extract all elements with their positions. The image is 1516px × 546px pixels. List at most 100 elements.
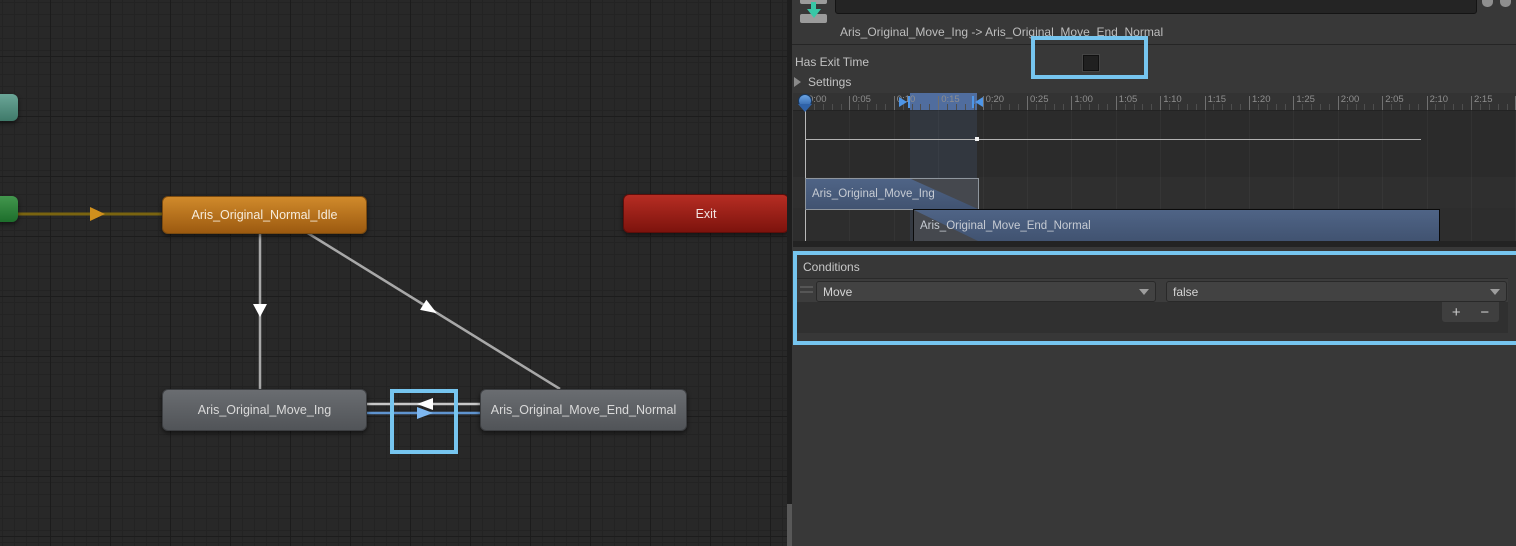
playhead-line [805,110,806,241]
tick-minor-mark [1231,104,1232,110]
tick-mark [1205,96,1206,110]
tick-minor-mark [876,104,877,110]
tick-minor-mark [1045,104,1046,110]
condition-row[interactable]: Move false [797,279,1508,302]
tick-minor-mark [1373,104,1374,110]
blend-curve-line [805,139,1421,140]
transition-icon [800,0,827,23]
condition-value: false [1167,285,1198,299]
clip-bar-move-ing-label: Aris_Original_Move_Ing [806,188,935,200]
transition-start-marker[interactable] [899,96,911,108]
edge-entry-arrow-icon [90,207,105,221]
node-exit[interactable]: Exit [623,194,789,233]
node-normal-idle[interactable]: Aris_Original_Normal_Idle [162,196,367,234]
node-move-end-normal[interactable]: Aris_Original_Move_End_Normal [480,389,687,431]
edge-idle-moveend-arrow-icon [420,300,440,319]
timeline[interactable]: 0:000:050:100:150:200:251:001:051:101:15… [793,93,1516,247]
has-exit-time-label: Has Exit Time [795,55,869,69]
tick-mark [1116,96,1117,110]
blend-curve-handle[interactable] [975,137,979,141]
conditions-footer: + − [797,302,1508,333]
tick-mark [1382,96,1383,110]
tick-mark [894,96,895,110]
conditions-section: Conditions Move false + − [793,251,1516,345]
tick-mark [1160,96,1161,110]
tick-minor-mark [1285,104,1286,110]
tick-minor-mark [1000,104,1001,110]
tick-minor-mark [1498,104,1499,110]
tick-minor-mark [1018,104,1019,110]
edge-idle-moveing-arrow-icon [253,304,267,317]
tick-minor-mark [1364,104,1365,110]
tick-minor-mark [867,104,868,110]
tick-minor-mark [1400,104,1401,110]
tick-minor-mark [1098,104,1099,110]
timeline-gridline [1471,110,1472,243]
tick-minor-mark [1054,104,1055,110]
tick-mark [1427,96,1428,110]
tick-minor-mark [956,104,957,110]
tick-minor-mark [920,104,921,110]
tick-mark [1471,96,1472,110]
highlight-box-checkbox [1031,36,1148,79]
transition-edges [0,0,788,546]
tick-minor-mark [823,104,824,110]
tick-minor-mark [1009,104,1010,110]
tick-minor-mark [1418,104,1419,110]
tick-minor-mark [1142,104,1143,110]
state-machine-canvas[interactable]: Aris_Original_Normal_Idle Exit Aris_Orig… [0,0,788,546]
tick-mark [938,96,939,110]
divider [792,44,1516,45]
tick-minor-mark [1409,104,1410,110]
list-buttons: + − [1442,302,1499,322]
tick-minor-mark [1258,104,1259,110]
tick-minor-mark [1462,104,1463,110]
tick-mark [1249,96,1250,110]
tick-minor-mark [1507,104,1508,110]
tick-minor-mark [1080,104,1081,110]
tick-minor-mark [1213,104,1214,110]
tick-minor-mark [1302,104,1303,110]
drag-handle-icon[interactable] [800,286,813,295]
add-condition-button[interactable]: + [1442,302,1471,322]
node-any-state[interactable] [0,94,18,121]
tick-minor-mark [1178,104,1179,110]
tick-mark [1338,96,1339,110]
tick-minor-mark [1480,104,1481,110]
condition-parameter-dropdown[interactable]: Move [816,281,1156,302]
tick-mark [1293,96,1294,110]
transition-end-marker[interactable] [971,96,983,108]
node-entry[interactable] [0,196,18,222]
chevron-down-icon [1139,289,1149,295]
node-move-end-normal-label: Aris_Original_Move_End_Normal [491,403,677,417]
tick-minor-mark [1134,104,1135,110]
tick-minor-mark [1391,104,1392,110]
tick-minor-mark [1444,104,1445,110]
tick-mark [1071,96,1072,110]
tick-minor-mark [1267,104,1268,110]
remove-condition-button[interactable]: − [1471,302,1500,322]
conditions-header-label: Conditions [797,260,860,274]
timeline-footer [793,241,1516,247]
clip-bar-move-end-normal-label: Aris_Original_Move_End_Normal [914,220,1091,232]
playhead-icon[interactable] [798,94,812,112]
clip-bar-move-ing[interactable]: Aris_Original_Move_Ing [805,178,979,210]
tick-minor-mark [1435,104,1436,110]
tick-minor-mark [1356,104,1357,110]
node-normal-idle-label: Aris_Original_Normal_Idle [192,208,338,222]
clip-bar-move-end-normal[interactable]: Aris_Original_Move_End_Normal [913,209,1440,242]
tick-minor-mark [1489,104,1490,110]
tick-minor-mark [1311,104,1312,110]
condition-parameter-value: Move [817,285,852,299]
node-move-ing[interactable]: Aris_Original_Move_Ing [162,389,367,431]
tick-minor-mark [1125,104,1126,110]
tick-minor-mark [929,104,930,110]
tick-minor-mark [1276,104,1277,110]
tick-minor-mark [1187,104,1188,110]
timeline-gridline [849,110,850,243]
settings-foldout[interactable]: Settings [808,75,851,89]
node-exit-label: Exit [696,207,717,221]
tick-minor-mark [1063,104,1064,110]
transition-name-field[interactable] [835,0,1477,14]
condition-value-dropdown[interactable]: false [1166,281,1507,302]
